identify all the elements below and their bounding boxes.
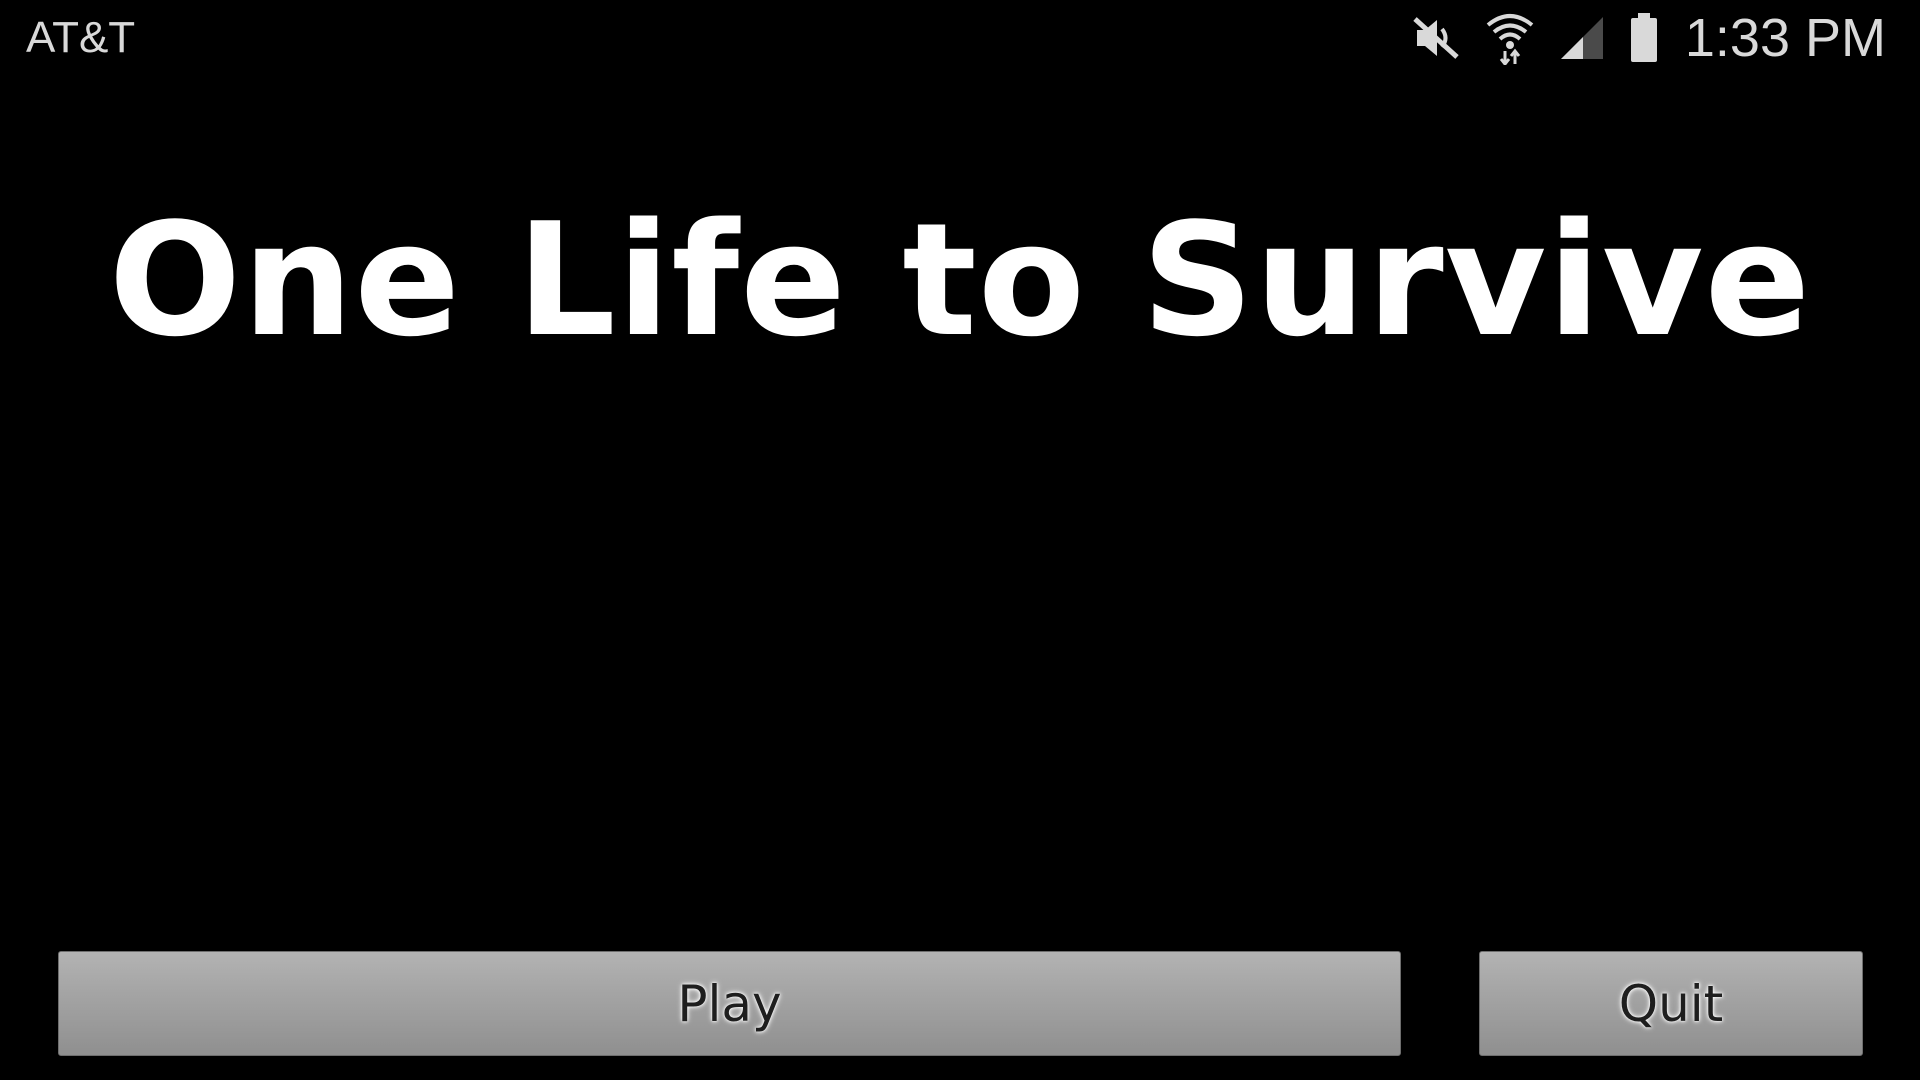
status-bar: AT&T 1:33 PM [0,0,1920,76]
battery-icon [1629,13,1659,63]
quit-button-label: Quit [1618,974,1724,1033]
quit-button[interactable]: Quit [1479,951,1863,1056]
play-button-label: Play [677,974,782,1033]
game-screen: AT&T 1:33 PM One Life to Survive Play Qu… [0,0,1920,1080]
mute-icon [1411,15,1461,61]
status-icons: 1:33 PM [1411,8,1886,68]
play-button[interactable]: Play [58,951,1401,1056]
game-title: One Life to Survive [108,189,1812,371]
signal-icon [1559,15,1605,61]
wifi-icon [1485,11,1535,65]
clock: 1:33 PM [1684,8,1886,68]
carrier-label: AT&T [26,13,136,62]
